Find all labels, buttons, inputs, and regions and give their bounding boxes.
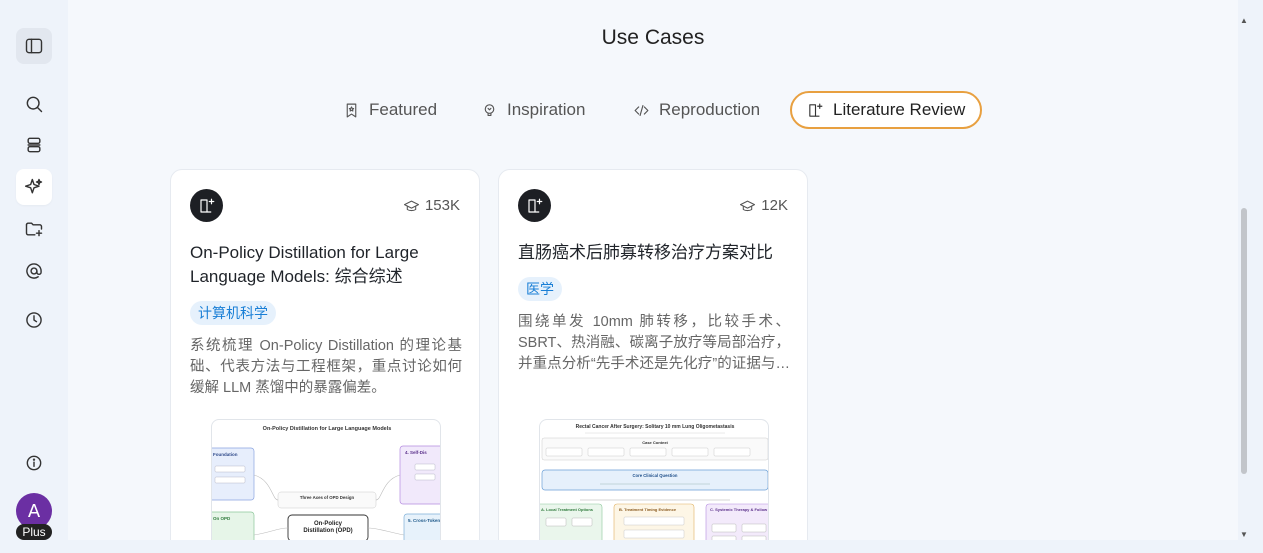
thumb-label: B. Treatment Timing Evidence bbox=[619, 507, 677, 512]
sidebar: A Plus bbox=[0, 0, 68, 553]
graduation-cap-icon bbox=[740, 200, 756, 211]
sidebar-toggle-button[interactable] bbox=[16, 28, 52, 64]
code-icon bbox=[634, 104, 649, 116]
thumb-label: A. Local Treatment Options bbox=[541, 507, 594, 512]
tab-label: Featured bbox=[369, 100, 438, 119]
thumb-label: On OPD bbox=[213, 516, 231, 521]
tab-literature-review[interactable]: Literature Review bbox=[790, 91, 983, 129]
view-count-value: 153K bbox=[424, 197, 460, 214]
use-case-card[interactable]: 12K 直肠癌术后肺寡转移治疗方案对比 医学 围绕单发 10mm 肺转移，比较手… bbox=[498, 169, 808, 540]
category-tag: 医学 bbox=[518, 277, 562, 301]
card-thumbnail: Rectal Cancer After Surgery: Solitary 10… bbox=[539, 419, 769, 540]
bookmark-star-icon bbox=[346, 103, 357, 117]
thumb-title: Rectal Cancer After Surgery: Solitary 10… bbox=[576, 424, 735, 430]
graduation-cap-icon bbox=[403, 200, 419, 211]
use-case-card[interactable]: 153K On-Policy Distillation for Large La… bbox=[170, 169, 480, 540]
tab-bar: Featured Inspiration Reproduction Litera… bbox=[68, 91, 1238, 129]
thumb-label: Core Clinical Question bbox=[633, 473, 678, 478]
thumb-label: Case Context bbox=[642, 440, 668, 445]
lightbulb-icon bbox=[484, 103, 495, 116]
info-icon bbox=[26, 455, 42, 471]
thumb-label: Three Axes of OPD Design bbox=[300, 495, 355, 500]
layers-icon bbox=[27, 137, 41, 153]
scroll-up-arrow-icon[interactable]: ▲ bbox=[1240, 16, 1248, 25]
folder-add-icon bbox=[25, 222, 43, 237]
thumb-label: C. Systemic Therapy & Follow bbox=[710, 507, 768, 512]
card-title: On-Policy Distillation for Large Languag… bbox=[190, 243, 419, 286]
thumb-label: 4. Self-Dis bbox=[405, 450, 427, 455]
main-content: Use Cases Featured Inspiration Reproduct… bbox=[68, 0, 1238, 540]
flowchart-preview: Rectal Cancer After Surgery: Solitary 10… bbox=[540, 424, 768, 540]
scroll-down-arrow-icon[interactable]: ▼ bbox=[1240, 530, 1248, 539]
search-button[interactable] bbox=[16, 86, 52, 122]
info-button[interactable] bbox=[16, 445, 52, 481]
sparkle-icon bbox=[24, 178, 43, 194]
book-add-icon bbox=[809, 103, 823, 117]
thumb-title: On-Policy Distillation for Large Languag… bbox=[263, 426, 392, 432]
view-count: 153K bbox=[403, 197, 460, 214]
plan-badge: Plus bbox=[16, 524, 52, 540]
search-icon bbox=[26, 96, 43, 113]
category-tag: 计算机科学 bbox=[190, 301, 276, 325]
sidebar-toggle-icon bbox=[25, 38, 43, 54]
view-count: 12K bbox=[739, 197, 788, 214]
card-description: 围绕单发 10mm 肺转移，比较手术、SBRT、热消融、碳离子放疗等局部治疗，并… bbox=[518, 314, 790, 372]
library-button[interactable] bbox=[16, 127, 52, 163]
tab-label: Reproduction bbox=[659, 100, 761, 119]
tab-reproduction[interactable]: Reproduction bbox=[633, 91, 760, 129]
thumb-label: Foundation bbox=[213, 452, 238, 457]
tab-label: Inspiration bbox=[507, 100, 586, 119]
tab-featured[interactable]: Featured bbox=[343, 91, 437, 129]
tab-inspiration[interactable]: Inspiration bbox=[481, 91, 585, 129]
card-icon bbox=[518, 189, 551, 222]
view-count-value: 12K bbox=[761, 197, 788, 214]
mindmap-preview: On-Policy Distillation for Large Languag… bbox=[212, 426, 440, 540]
thumb-label: 5. Cross-Token bbox=[408, 518, 440, 523]
use-cases-button[interactable] bbox=[16, 169, 52, 205]
card-description: 系统梳理 On-Policy Distillation 的理论基础、代表方法与工… bbox=[190, 338, 462, 396]
thumb-label: Distillation (OPD) bbox=[303, 528, 352, 534]
book-add-icon bbox=[527, 198, 542, 213]
at-sign-icon bbox=[26, 263, 42, 279]
card-thumbnail: On-Policy Distillation for Large Languag… bbox=[211, 419, 441, 540]
page-title: Use Cases bbox=[601, 26, 705, 49]
vertical-scrollbar[interactable]: ▲ ▼ bbox=[1238, 0, 1250, 540]
thumb-label: On-Policy bbox=[314, 521, 343, 527]
card-icon bbox=[190, 189, 223, 222]
tab-label: Literature Review bbox=[833, 100, 966, 119]
mentions-button[interactable] bbox=[16, 253, 52, 289]
history-button[interactable] bbox=[16, 302, 52, 338]
scroll-thumb[interactable] bbox=[1241, 208, 1247, 474]
history-icon bbox=[26, 312, 42, 328]
new-folder-button[interactable] bbox=[16, 211, 52, 247]
card-title: 直肠癌术后肺寡转移治疗方案对比 bbox=[518, 243, 773, 262]
book-add-icon bbox=[199, 198, 214, 213]
